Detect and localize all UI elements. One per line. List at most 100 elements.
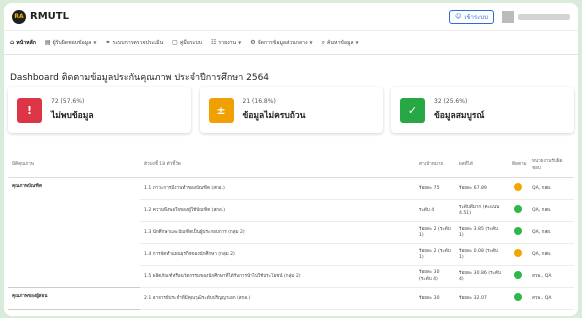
document-icon: ▤ <box>44 39 51 46</box>
chevron-down-icon: ▼ <box>93 40 97 45</box>
status-dot-icon <box>514 227 522 235</box>
header-result: ผลที่ได้ <box>455 153 508 178</box>
dashboard-table-wrap: มิติคุณภาพ ตัวบ่งชี้ 18 ตัวชี้วัด ค่าเป้… <box>8 153 574 310</box>
chevron-down-icon: ▼ <box>238 40 242 45</box>
org-icon: ☷ <box>210 39 217 46</box>
owner-cell: QA, กสผ. <box>528 243 574 266</box>
header-dimension: มิติคุณภาพ <box>8 153 140 178</box>
indicator-cell[interactable]: 1.2 ความพึงพอใจของผู้ใช้บัณฑิต (สกอ.) <box>140 199 415 222</box>
owner-cell: สวพ., QA <box>528 287 574 310</box>
chevron-down-icon: ▼ <box>309 40 313 45</box>
nav-item[interactable]: ▢ คู่มือระบบ <box>172 39 202 47</box>
summary-card[interactable]: ✓ 32 (25.6%) ข้อมูลสมบูรณ์ <box>391 87 574 133</box>
target-cell: ระดับ 4 <box>415 199 455 222</box>
status-cell <box>508 199 528 222</box>
nav-item[interactable]: ☷ รายงาน ▼ <box>211 39 241 47</box>
user-icon: ☺ <box>455 13 462 20</box>
indicator-cell[interactable]: 1.5 ผลิตภัณฑ์หรือนวัตกรรมของนักศึกษาที่ไ… <box>140 265 415 288</box>
nav-item[interactable]: ⚭ ระบบการตรวจประเมิน <box>105 39 163 47</box>
summary-card[interactable]: ±21 (16.8%) ข้อมูลไม่ครบถ้วน <box>199 87 383 133</box>
card-text: 21 (16.8%) ข้อมูลไม่ครบถ้วน <box>243 98 306 122</box>
status-dot-icon <box>514 183 522 191</box>
header-owner: หน่วยงานรับผิดชอบ <box>528 153 574 178</box>
card-icon-glyph: ! <box>26 103 33 117</box>
indicator-cell[interactable]: 1.3 นักศึกษาและบัณฑิตเป็นผู้ประกอบการ (ก… <box>140 221 415 244</box>
target-cell: ร้อยละ 2 (ระดับ 1) <box>415 243 455 266</box>
nav-item[interactable]: ⌂ หน้าหลัก <box>10 39 36 47</box>
page-title: Dashboard ติดตามข้อมูลประกันคุณภาพ ประจำ… <box>10 73 270 83</box>
header-indicator: ตัวบ่งชี้ 18 ตัวชี้วัด <box>140 153 415 178</box>
result-cell: ร้อยละ 3.85 (ระดับ 1) <box>455 221 508 244</box>
logo-icon[interactable]: RA <box>12 9 26 24</box>
nav-item[interactable]: ▤ ผู้รับผิดชอบข้อมูล ▼ <box>45 39 96 47</box>
card-label: ข้อมูลสมบูรณ์ <box>434 111 485 121</box>
status-dot-icon <box>514 271 522 279</box>
owner-cell: QA, กสผ. <box>528 177 574 200</box>
indicator-cell[interactable]: 2.1 อาจารย์ประจำที่มีคุณวุฒิระดับปริญญาเ… <box>140 287 415 310</box>
result-cell: ร้อยละ 67.89 <box>455 177 508 200</box>
dimension-cell: คุณภาพบัณฑิต <box>8 177 140 288</box>
app-window: RA RMUTL ☺ เข้าระบบ ⌂ หน้าหลัก ▤ ผู้รับผิดช… <box>4 3 578 316</box>
card-text: 32 (25.6%) ข้อมูลสมบูรณ์ <box>434 98 484 122</box>
login-button-label: เข้าระบบ <box>464 13 488 21</box>
alert-icon: ! <box>17 97 42 123</box>
status-cell <box>508 177 528 200</box>
result-cell: ระดับดีมาก (คะแนน 4.51) <box>455 199 508 222</box>
card-percent: 72 (57.6%) <box>51 98 85 105</box>
summary-card[interactable]: ! 72 (57.6%) ไม่พบข้อมูล <box>8 87 191 133</box>
indicator-cell[interactable]: 1.4 การจัดทำแผนธุรกิจของนักศึกษา (กลุ่ม … <box>140 243 415 266</box>
target-cell: ร้อยละ 30 <box>415 287 455 310</box>
result-cell: ร้อยละ 30.86 (ระดับ 4) <box>455 265 508 288</box>
card-label: ไม่พบข้อมูล <box>51 111 94 121</box>
target-cell: ร้อยละ 75 <box>415 177 455 200</box>
user-name-blurred[interactable] <box>518 13 570 20</box>
card-percent: 21 (16.8%) <box>242 98 276 105</box>
owner-cell: QA, กสผ. <box>528 221 574 244</box>
file-minus-icon: ± <box>208 97 234 123</box>
owner-cell: สวพ., QA <box>528 265 574 288</box>
status-cell <box>508 221 528 244</box>
table-row[interactable]: คุณภาพของผู้สอน 2.1 อาจารย์ประจำที่มีคุณว… <box>8 287 574 310</box>
owner-cell: QA, กสผ. <box>528 199 574 222</box>
chevron-down-icon: ▼ <box>355 40 359 45</box>
card-icon-glyph: ✓ <box>407 103 418 117</box>
dashboard-table: มิติคุณภาพ ตัวบ่งชี้ 18 ตัวชี้วัด ค่าเป้… <box>8 153 574 310</box>
main-nav: ⌂ หน้าหลัก ▤ ผู้รับผิดชอบข้อมูล ▼ ⚭ ระบบการตรว… <box>4 31 578 55</box>
nav-item[interactable]: ⚙ จัดการข้อมูลส่วนกลาง ▼ <box>250 39 312 47</box>
target-cell: ร้อยละ 2 (ระดับ 1) <box>415 221 455 244</box>
nav-item-label: ระบบการตรวจประเมิน <box>112 39 164 46</box>
status-cell <box>508 287 528 310</box>
link-icon: ⚭ <box>105 39 111 46</box>
card-icon-glyph: ± <box>216 103 226 117</box>
check-icon: ✓ <box>400 97 425 123</box>
search-icon: ⌕ <box>321 38 325 46</box>
table-body: คุณภาพบัณฑิต 1.1 ภาวะการมีงานทำของบัณฑิต … <box>8 177 574 310</box>
nav-item[interactable]: ⌕ ค้นหาข้อมูล ▼ <box>322 39 359 47</box>
nav-item-label: จัดการข้อมูลส่วนกลาง <box>257 39 308 46</box>
summary-cards: ! 72 (57.6%) ไม่พบข้อมูล ±21 (16.8%) ข้อมูลไ… <box>8 87 574 133</box>
card-label: ข้อมูลไม่ครบถ้วน <box>242 111 306 121</box>
status-dot-icon <box>514 293 522 301</box>
result-cell: ร้อยละ 0.08 (ระดับ 1) <box>455 243 508 266</box>
avatar[interactable] <box>502 10 514 23</box>
target-cell: ร้อยละ 30 (ระดับ 4) <box>415 265 455 288</box>
indicator-cell[interactable]: 1.1 ภาวะการมีงานทำของบัณฑิต (สกอ.) <box>140 177 415 200</box>
home-icon: ⌂ <box>10 39 15 46</box>
settings-icon: ⚙ <box>250 39 256 46</box>
dimension-cell: คุณภาพของผู้สอน <box>8 287 140 310</box>
nav-item-label: คู่มือระบบ <box>179 39 202 46</box>
table-header-row: มิติคุณภาพ ตัวบ่งชี้ 18 ตัวชี้วัด ค่าเป้… <box>8 153 574 178</box>
nav-item-label: ผู้รับผิดชอบข้อมูล <box>52 39 92 46</box>
file-icon: ▢ <box>172 39 178 46</box>
nav-item-label: รายงาน <box>218 39 237 46</box>
card-percent: 32 (25.6%) <box>434 98 468 105</box>
status-cell <box>508 243 528 266</box>
brand-name[interactable]: RMUTL <box>30 11 69 22</box>
table-row[interactable]: คุณภาพบัณฑิต 1.1 ภาวะการมีงานทำของบัณฑิต … <box>8 177 574 288</box>
login-button[interactable]: ☺ เข้าระบบ <box>449 9 494 24</box>
status-cell <box>508 265 528 288</box>
nav-item-label: ค้นหาข้อมูล <box>326 39 354 46</box>
top-bar: RA RMUTL ☺ เข้าระบบ <box>4 3 578 31</box>
card-text: 72 (57.6%) ไม่พบข้อมูล <box>51 98 94 122</box>
status-dot-icon <box>514 205 522 213</box>
